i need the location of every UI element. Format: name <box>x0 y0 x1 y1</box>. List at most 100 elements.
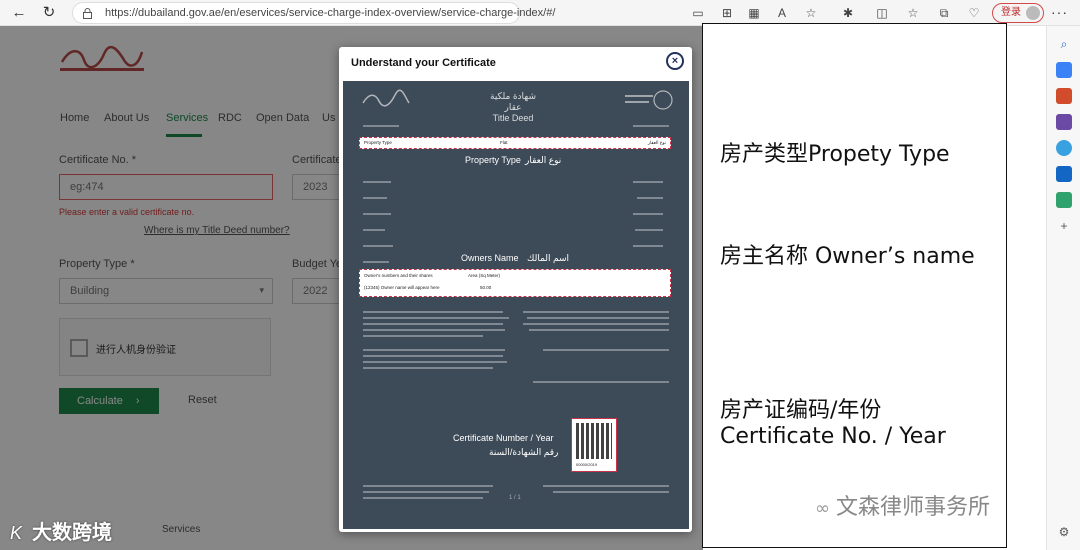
drop-icon[interactable] <box>1056 192 1072 208</box>
cert-text-line <box>363 485 493 487</box>
settings-icon[interactable]: ⚙ <box>1056 524 1072 540</box>
cert-text-line <box>529 329 669 331</box>
cert-text-line <box>363 311 503 313</box>
property-type-highlight: Property Type Flat نوع العقار <box>359 137 671 149</box>
qr-pattern <box>576 423 612 459</box>
cert-row-line <box>363 229 385 231</box>
cert-text-line <box>533 381 669 383</box>
tag-icon[interactable] <box>1056 62 1072 78</box>
annotation-certificate-line2: Certificate No. / Year <box>720 424 946 449</box>
cert-text-line <box>523 323 669 325</box>
annotation-panel: 房产类型Propety Type 房主名称 Owner’s name 房产证编码… <box>702 23 1007 548</box>
watermark-right-text: 文森律师事务所 <box>836 495 991 520</box>
cert-row-line <box>633 125 669 127</box>
watermark-left-text: 大数跨境 <box>32 522 113 544</box>
cert-text-line <box>363 361 507 363</box>
refresh-icon[interactable]: ↻ <box>40 4 58 22</box>
split-screen-icon[interactable]: ◫ <box>874 5 890 21</box>
cert-page-number: 1 / 1 <box>509 495 521 501</box>
certificate-modal: Understand your Certificate × شهادة ملكي… <box>339 47 692 532</box>
cert-text-line <box>363 355 503 357</box>
cert-row-line <box>363 181 391 183</box>
address-bar[interactable]: https://dubailand.gov.ae/en/eservices/se… <box>72 2 555 24</box>
cert-text-line <box>363 367 493 369</box>
cert-heading-ar: شهادة ملكية عقار <box>490 91 536 112</box>
watermark-logo: K <box>10 523 23 543</box>
cert-row-line <box>363 125 399 127</box>
grid-icon[interactable]: ▦ <box>746 5 762 21</box>
avatar <box>1026 6 1040 20</box>
cert-text-line <box>527 317 669 319</box>
cert-text-line <box>543 349 669 351</box>
lock-icon <box>83 8 92 19</box>
cert-text-line <box>363 335 483 337</box>
more-menu-icon[interactable]: ··· <box>1051 4 1068 20</box>
wechat-icon: ∞ <box>815 498 830 519</box>
cert-text-line <box>553 491 669 493</box>
annotation-certificate-line1: 房产证编码/年份 <box>720 398 882 423</box>
cert-text-line <box>363 497 483 499</box>
cert-heading: شهادة ملكية عقار Title Deed <box>483 91 543 123</box>
url-text: https://dubailand.gov.ae/en/eservices/se… <box>105 7 556 19</box>
band-owner-area: 50.00 <box>480 285 492 290</box>
cert-text-line <box>363 349 505 351</box>
cert-row-line <box>363 245 393 247</box>
cert-row-line <box>363 213 391 215</box>
certificate-number-overlay-ar: رقم الشهادة/السنة <box>489 447 559 457</box>
annotation-owners-name: 房主名称 Owner’s name <box>720 244 975 269</box>
owners-name-highlight: Owner's numbers and their shares Area (S… <box>359 269 671 297</box>
cert-row-line <box>363 261 389 263</box>
cert-text-line <box>363 329 505 331</box>
qr-certificate-number: 00000/2019 <box>576 462 598 467</box>
cert-text-line <box>363 323 503 325</box>
watermark-dashujuajing: K 大数跨境 <box>10 516 112 545</box>
property-type-overlay-label: Property Type <box>465 155 521 165</box>
back-icon[interactable]: ← <box>10 4 28 22</box>
collections-icon[interactable]: ⧉ <box>936 5 952 21</box>
dld-logo-mark <box>625 90 673 110</box>
copilot-app-icon[interactable] <box>1056 140 1072 156</box>
band-property-type-label: Property Type <box>364 140 392 145</box>
cert-text-line <box>363 491 489 493</box>
watermark-law-firm: ∞ 文森律师事务所 <box>815 489 990 521</box>
outlook-icon[interactable] <box>1056 166 1072 182</box>
band-area-label: Area (Sq Meter) <box>468 273 501 278</box>
owners-name-overlay-label: Owners Name <box>461 253 519 263</box>
cert-text-line <box>543 485 669 487</box>
cert-row-line <box>635 229 663 231</box>
favorite-icon[interactable]: ☆ <box>803 5 819 21</box>
owners-name-overlay-ar: اسم المالك <box>527 253 570 263</box>
apps-icon[interactable]: ⊞ <box>719 5 735 21</box>
cert-row-line <box>637 197 663 199</box>
property-type-overlay-ar: نوع العقار <box>525 155 562 165</box>
favorites-bar-icon[interactable]: ☆ <box>905 5 921 21</box>
cert-row-line <box>363 197 387 199</box>
read-aloud-icon[interactable]: ▭ <box>690 5 706 21</box>
text-size-icon[interactable]: A <box>774 5 790 21</box>
band-property-type-ar: نوع العقار <box>647 140 666 145</box>
band-property-type-value: Flat <box>500 140 508 145</box>
certificate-number-overlay-label: Certificate Number / Year <box>453 433 554 443</box>
toolbox-icon[interactable] <box>1056 88 1072 104</box>
extensions-icon[interactable]: ✱ <box>840 5 856 21</box>
title-deed-image: شهادة ملكية عقار Title Deed Property Typ… <box>343 81 689 529</box>
login-label: 登录 <box>1001 7 1021 18</box>
qr-code: 00000/2019 <box>571 418 617 472</box>
annotation-property-type: 房产类型Propety Type <box>720 142 950 167</box>
add-icon[interactable]: + <box>1056 218 1072 234</box>
dubai-logo-mark <box>362 89 410 107</box>
search-icon[interactable]: ⌕ <box>1056 36 1072 52</box>
cert-row-line <box>633 181 663 183</box>
modal-title: Understand your Certificate <box>351 57 496 69</box>
games-icon[interactable] <box>1056 114 1072 130</box>
cert-text-line <box>523 311 669 313</box>
band-owner-row: (12345) Owner name will appear here <box>364 285 440 290</box>
copilot-icon[interactable]: ♡ <box>966 5 982 21</box>
cert-row-line <box>633 213 663 215</box>
close-icon[interactable]: × <box>666 52 684 70</box>
cert-text-line <box>363 317 509 319</box>
cert-row-line <box>633 245 663 247</box>
browser-sidebar: ⌕ + ⚙ <box>1046 26 1080 550</box>
cert-heading-en: Title Deed <box>492 113 534 123</box>
login-button[interactable]: 登录 <box>992 3 1044 23</box>
